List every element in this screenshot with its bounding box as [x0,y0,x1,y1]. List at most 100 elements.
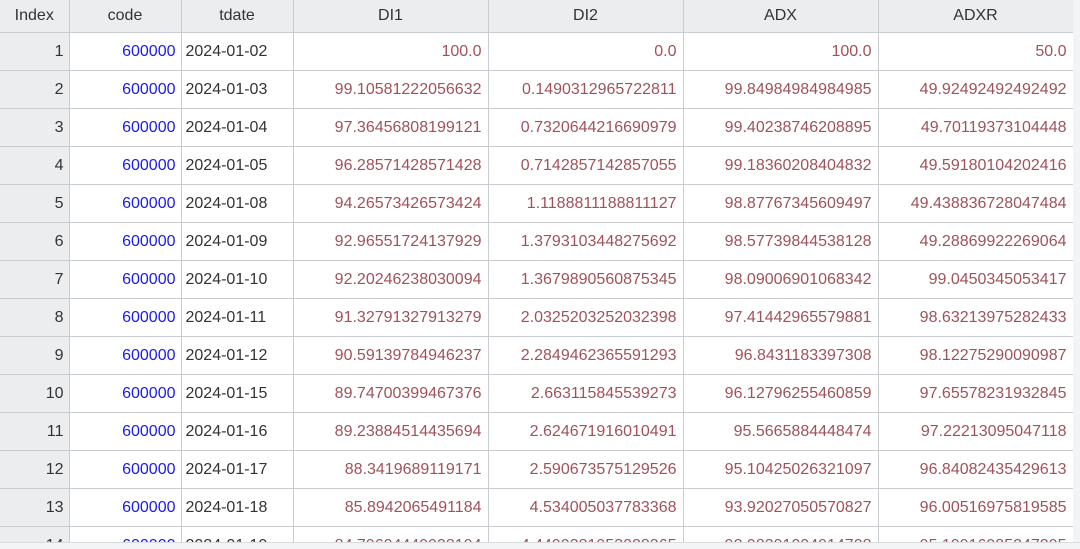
di1-cell[interactable]: 88.3419689119171 [293,450,489,489]
tdate-cell[interactable]: 2024-01-10 [181,260,294,299]
adxr-cell[interactable]: 49.70119373104448 [878,108,1074,147]
row-index-cell[interactable]: 5 [0,184,70,223]
code-cell[interactable]: 600000 [69,336,182,375]
table-row[interactable]: 9 600000 2024-01-12 90.59139784946237 2.2849… [0,336,1074,375]
adxr-cell[interactable]: 97.22213095047118 [878,412,1074,451]
adxr-cell[interactable]: 49.28869922269064 [878,222,1074,261]
column-header-adx[interactable]: ADX [683,0,879,33]
code-cell[interactable]: 600000 [69,70,182,109]
table-row[interactable]: 10 600000 2024-01-15 89.74700399467376 2.663… [0,374,1074,413]
tdate-cell[interactable]: 2024-01-11 [181,298,294,337]
adxr-cell[interactable]: 49.59180104202416 [878,146,1074,185]
di2-cell[interactable]: 1.3793103448275692 [488,222,684,261]
table-row[interactable]: 13 600000 2024-01-18 85.8942065491184 4.5340… [0,488,1074,527]
di1-cell[interactable]: 99.10581222056632 [293,70,489,109]
code-cell[interactable]: 600000 [69,488,182,527]
table-row[interactable]: 8 600000 2024-01-11 91.32791327913279 2.0325… [0,298,1074,337]
code-cell[interactable]: 600000 [69,222,182,261]
di1-cell[interactable]: 90.59139784946237 [293,336,489,375]
tdate-cell[interactable]: 2024-01-12 [181,336,294,375]
adxr-cell[interactable]: 50.0 [878,32,1074,71]
table-row[interactable]: 6 600000 2024-01-09 92.96551724137929 1.3793… [0,222,1074,261]
row-index-cell[interactable]: 10 [0,374,70,413]
adxr-cell[interactable]: 96.84082435429613 [878,450,1074,489]
adx-cell[interactable]: 98.57739844538128 [683,222,879,261]
table-row[interactable]: 11 600000 2024-01-16 89.23884514435694 2.624… [0,412,1074,451]
adx-cell[interactable]: 96.8431183397308 [683,336,879,375]
di2-cell[interactable]: 2.663115845539273 [488,374,684,413]
row-index-cell[interactable]: 6 [0,222,70,261]
column-header-di2[interactable]: DI2 [488,0,684,33]
di1-cell[interactable]: 92.20246238030094 [293,260,489,299]
tdate-cell[interactable]: 2024-01-05 [181,146,294,185]
adxr-cell[interactable]: 96.00516975819585 [878,488,1074,527]
code-cell[interactable]: 600000 [69,298,182,337]
tdate-cell[interactable]: 2024-01-15 [181,374,294,413]
tdate-cell[interactable]: 2024-01-03 [181,70,294,109]
code-cell[interactable]: 600000 [69,184,182,223]
di2-cell[interactable]: 2.590673575129526 [488,450,684,489]
table-row[interactable]: 5 600000 2024-01-08 94.26573426573424 1.1188… [0,184,1074,223]
vertical-scrollbar[interactable] [1073,0,1080,549]
di2-cell[interactable]: 0.0 [488,32,684,71]
di1-cell[interactable]: 97.36456808199121 [293,108,489,147]
di1-cell[interactable]: 100.0 [293,32,489,71]
di1-cell[interactable]: 89.23884514435694 [293,412,489,451]
code-cell[interactable]: 600000 [69,374,182,413]
row-index-cell[interactable]: 8 [0,298,70,337]
adxr-cell[interactable]: 49.92492492492492 [878,70,1074,109]
di2-cell[interactable]: 1.1188811188811127 [488,184,684,223]
adx-cell[interactable]: 95.10425026321097 [683,450,879,489]
table-row[interactable]: 1 600000 2024-01-02 100.0 0.0 100.0 50.0 [0,32,1074,71]
di1-cell[interactable]: 96.28571428571428 [293,146,489,185]
code-cell[interactable]: 600000 [69,32,182,71]
adx-cell[interactable]: 99.18360208404832 [683,146,879,185]
adx-cell[interactable]: 98.87767345609497 [683,184,879,223]
column-header-index[interactable]: Index [0,0,70,33]
adx-cell[interactable]: 93.92027050570827 [683,488,879,527]
adx-cell[interactable]: 99.84984984984985 [683,70,879,109]
adxr-cell[interactable]: 98.63213975282433 [878,298,1074,337]
adxr-cell[interactable]: 49.438836728047484 [878,184,1074,223]
di2-cell[interactable]: 0.7142857142857055 [488,146,684,185]
table-row[interactable]: 3 600000 2024-01-04 97.36456808199121 0.7320… [0,108,1074,147]
di2-cell[interactable]: 2.2849462365591293 [488,336,684,375]
tdate-cell[interactable]: 2024-01-04 [181,108,294,147]
adx-cell[interactable]: 96.12796255460859 [683,374,879,413]
adxr-cell[interactable]: 99.0450345053417 [878,260,1074,299]
column-header-di1[interactable]: DI1 [293,0,489,33]
column-header-adxr[interactable]: ADXR [878,0,1074,33]
tdate-cell[interactable]: 2024-01-09 [181,222,294,261]
di2-cell[interactable]: 2.0325203252032398 [488,298,684,337]
adx-cell[interactable]: 97.41442965579881 [683,298,879,337]
di2-cell[interactable]: 1.3679890560875345 [488,260,684,299]
row-index-cell[interactable]: 7 [0,260,70,299]
horizontal-scrollbar[interactable] [0,542,1080,549]
row-index-cell[interactable]: 11 [0,412,70,451]
adx-cell[interactable]: 95.5665884448474 [683,412,879,451]
adx-cell[interactable]: 98.09006901068342 [683,260,879,299]
row-index-cell[interactable]: 3 [0,108,70,147]
di2-cell[interactable]: 0.1490312965722811 [488,70,684,109]
di1-cell[interactable]: 85.8942065491184 [293,488,489,527]
row-index-cell[interactable]: 4 [0,146,70,185]
column-header-tdate[interactable]: tdate [181,0,294,33]
di1-cell[interactable]: 91.32791327913279 [293,298,489,337]
row-index-cell[interactable]: 1 [0,32,70,71]
tdate-cell[interactable]: 2024-01-08 [181,184,294,223]
adxr-cell[interactable]: 97.65578231932845 [878,374,1074,413]
di2-cell[interactable]: 0.7320644216690979 [488,108,684,147]
di1-cell[interactable]: 94.26573426573424 [293,184,489,223]
adxr-cell[interactable]: 98.12275290090987 [878,336,1074,375]
tdate-cell[interactable]: 2024-01-02 [181,32,294,71]
adx-cell[interactable]: 99.40238746208895 [683,108,879,147]
di1-cell[interactable]: 89.74700399467376 [293,374,489,413]
code-cell[interactable]: 600000 [69,260,182,299]
di2-cell[interactable]: 4.534005037783368 [488,488,684,527]
column-header-code[interactable]: code [69,0,182,33]
tdate-cell[interactable]: 2024-01-18 [181,488,294,527]
table-row[interactable]: 4 600000 2024-01-05 96.28571428571428 0.7142… [0,146,1074,185]
di2-cell[interactable]: 2.624671916010491 [488,412,684,451]
row-index-cell[interactable]: 12 [0,450,70,489]
code-cell[interactable]: 600000 [69,108,182,147]
